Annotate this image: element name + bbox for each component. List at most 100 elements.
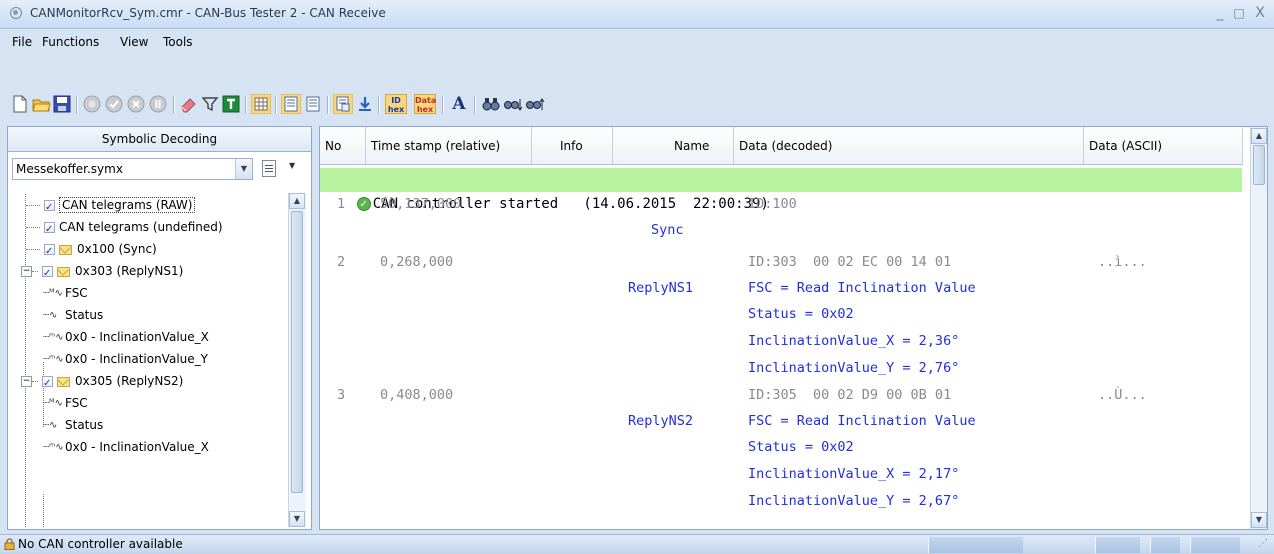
- status-panel: [928, 537, 1023, 553]
- row-data-raw: ID:100: [748, 196, 797, 212]
- tree-signal-status[interactable]: ┈∿ Status: [43, 414, 103, 436]
- new-file-icon[interactable]: [10, 94, 30, 114]
- status-panel: [1095, 537, 1140, 553]
- tree-scrollbar[interactable]: ▲ ▼: [288, 193, 306, 527]
- tree-signal-inclination-x[interactable]: ┈ᵐ∿0x0 - InclinationValue_X: [43, 326, 209, 348]
- window-title: CANMonitorRcv_Sym.cmr - CAN-Bus Tester 2…: [30, 6, 386, 20]
- chevron-down-icon[interactable]: ▼: [235, 159, 252, 179]
- tree-item-raw[interactable]: CAN telegrams (RAW): [26, 194, 196, 219]
- multiplexor-signal-icon: ┈ᴹ∿: [43, 287, 63, 299]
- checkbox[interactable]: [42, 373, 53, 395]
- menu-functions[interactable]: Functions: [42, 35, 99, 49]
- multiplexed-signal-icon: ┈ᵐ∿: [43, 353, 64, 365]
- tree-item-0x305[interactable]: −0x305 (ReplyNS2): [12, 370, 183, 395]
- multiplexed-signal-icon: ┈ᵐ∿: [43, 441, 64, 453]
- tree-signal-inclination-x[interactable]: ┈ᵐ∿0x0 - InclinationValue_X: [43, 436, 209, 458]
- tree-signal-status[interactable]: ┈∿ Status: [43, 304, 103, 326]
- multiplexed-signal-icon: ┈ᵐ∿: [43, 331, 64, 343]
- font-icon[interactable]: A: [449, 94, 469, 114]
- symbolic-view-icon[interactable]: [333, 94, 353, 114]
- status-bar: No CAN controller available ⋰: [0, 534, 1274, 554]
- row-data-decoded: InclinationValue_Y = 2,76°: [748, 360, 960, 376]
- collapse-icon[interactable]: −: [21, 376, 32, 387]
- tree-guide-line: [43, 494, 44, 527]
- find-next-icon[interactable]: [503, 94, 523, 114]
- row-name: ReplyNS2: [628, 413, 694, 429]
- row-timestamp: 50,137,000: [380, 196, 462, 212]
- scroll-down-icon[interactable]: ▼: [1251, 512, 1267, 528]
- checkbox[interactable]: [44, 197, 55, 219]
- database-file-name: Messekoffer.symx: [16, 162, 123, 176]
- close-button[interactable]: X: [1249, 3, 1271, 23]
- checkbox[interactable]: [42, 263, 53, 285]
- scroll-up-icon[interactable]: ▲: [1251, 128, 1267, 144]
- menu-tools[interactable]: Tools: [163, 35, 193, 49]
- open-folder-icon[interactable]: [31, 94, 51, 114]
- row-data-decoded: FSC = Read Inclination Value: [748, 280, 976, 296]
- stop-icon[interactable]: [126, 94, 146, 114]
- row-data-ascii: ..ì...: [1098, 254, 1147, 270]
- scroll-thumb[interactable]: [1253, 145, 1265, 185]
- eraser-icon[interactable]: [179, 94, 199, 114]
- tree-signal-fsc[interactable]: ┈ᴹ∿ FSC: [43, 392, 88, 414]
- list-view-icon[interactable]: [281, 94, 301, 114]
- app-icon: [10, 7, 22, 19]
- download-icon[interactable]: [355, 94, 375, 114]
- toolbar-separator: [327, 96, 329, 114]
- filter-icon[interactable]: [200, 94, 220, 114]
- tree-item-0x100[interactable]: 0x100 (Sync): [26, 238, 157, 263]
- row-data-decoded: InclinationValue_Y = 2,67°: [748, 493, 960, 509]
- column-header-data-decoded[interactable]: Data (decoded): [734, 127, 1084, 165]
- grid-scrollbar[interactable]: ▲ ▼: [1250, 127, 1267, 529]
- row-data-decoded: Status = 0x02: [748, 439, 854, 455]
- maximize-button[interactable]: □: [1228, 3, 1250, 23]
- toolbar-separator: [173, 96, 175, 114]
- menu-file[interactable]: File: [12, 35, 32, 49]
- checkbox[interactable]: [44, 219, 55, 241]
- scroll-thumb[interactable]: [291, 211, 303, 493]
- toolbar-separator: [76, 96, 78, 114]
- t-icon[interactable]: [221, 94, 241, 114]
- status-panel: [1190, 537, 1240, 553]
- find-icon[interactable]: [481, 94, 501, 114]
- database-options-icon[interactable]: [262, 160, 276, 177]
- save-icon[interactable]: [52, 94, 72, 114]
- scroll-up-icon[interactable]: ▲: [289, 193, 305, 209]
- collapse-icon[interactable]: −: [21, 266, 32, 277]
- column-header-time[interactable]: Time stamp (relative): [366, 127, 532, 165]
- tree-signal-inclination-y[interactable]: ┈ᵐ∿0x0 - InclinationValue_Y: [43, 348, 208, 370]
- toolbar-separator: [275, 96, 277, 114]
- tree-signal-fsc[interactable]: ┈ᴹ∿ FSC: [43, 282, 88, 304]
- column-header-name[interactable]: Name: [613, 127, 734, 165]
- toolbar-separator: [442, 96, 444, 114]
- data-hex-icon[interactable]: Data hex: [414, 94, 436, 114]
- record-icon[interactable]: [82, 94, 102, 114]
- scroll-down-icon[interactable]: ▼: [289, 511, 305, 527]
- column-header-info[interactable]: Info: [532, 127, 613, 165]
- dropdown-arrow-icon[interactable]: ▼: [289, 161, 295, 170]
- checkbox[interactable]: [44, 241, 55, 263]
- row-timestamp: 0,408,000: [380, 387, 454, 403]
- status-message: No CAN controller available: [18, 537, 183, 551]
- check-circle-icon: ✓: [356, 197, 371, 211]
- list-view-2-icon[interactable]: [303, 94, 323, 114]
- tree-item-0x303[interactable]: −0x303 (ReplyNS1): [12, 260, 183, 285]
- pause-icon[interactable]: [148, 94, 168, 114]
- row-data-decoded: FSC = Read Inclination Value: [748, 413, 976, 429]
- lock-icon: [4, 538, 15, 550]
- tree-item-undefined[interactable]: CAN telegrams (undefined): [26, 216, 223, 241]
- symbolic-decoding-panel: Symbolic Decoding Messekoffer.symx ▼ ▼ C…: [7, 126, 312, 530]
- row-no: 1: [337, 196, 346, 212]
- menu-view[interactable]: View: [120, 35, 148, 49]
- grid-icon[interactable]: [251, 94, 271, 114]
- database-select[interactable]: Messekoffer.symx ▼: [12, 158, 253, 180]
- column-header-no[interactable]: No: [320, 127, 366, 165]
- check-icon[interactable]: [104, 94, 124, 114]
- panel-header: Symbolic Decoding: [8, 127, 311, 152]
- resize-grip-icon[interactable]: ⋰: [1258, 538, 1268, 549]
- find-prev-icon[interactable]: [525, 94, 545, 114]
- row-data-ascii: ..Ù...: [1098, 387, 1147, 403]
- column-header-data-ascii[interactable]: Data (ASCII): [1084, 127, 1243, 165]
- id-hex-icon[interactable]: ID hex: [385, 94, 407, 114]
- multiplexor-signal-icon: ┈ᴹ∿: [43, 397, 63, 409]
